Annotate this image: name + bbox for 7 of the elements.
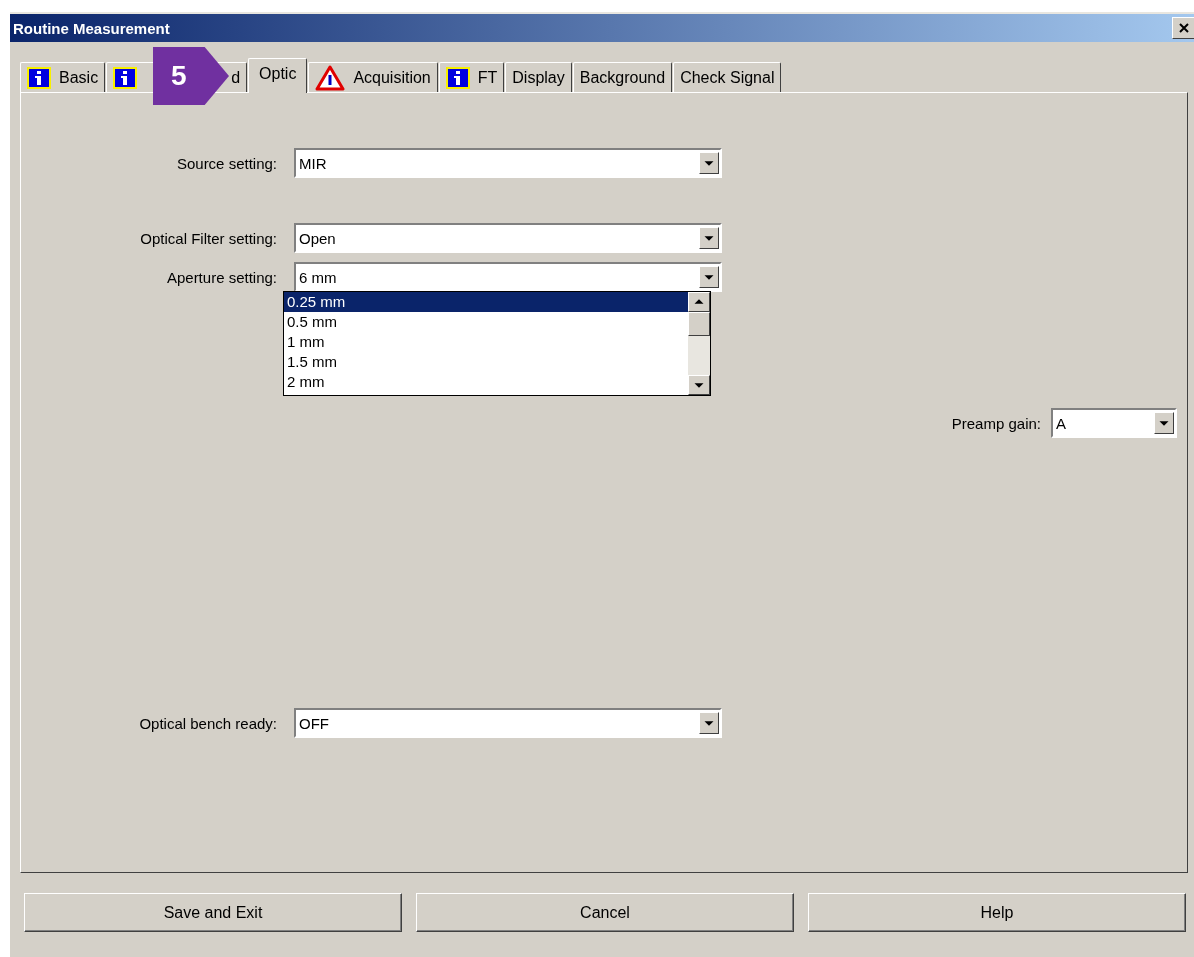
field-label: Aperture setting: — [165, 268, 278, 286]
field-label: Source setting: — [175, 154, 278, 172]
field-label: Preamp gain: — [951, 414, 1041, 432]
field-label: Optical Filter setting: — [139, 229, 278, 247]
step-tooltip: 5 — [153, 47, 229, 105]
field-label: Optical bench ready: — [138, 714, 278, 732]
window-title: Routine Measurement — [13, 19, 170, 37]
